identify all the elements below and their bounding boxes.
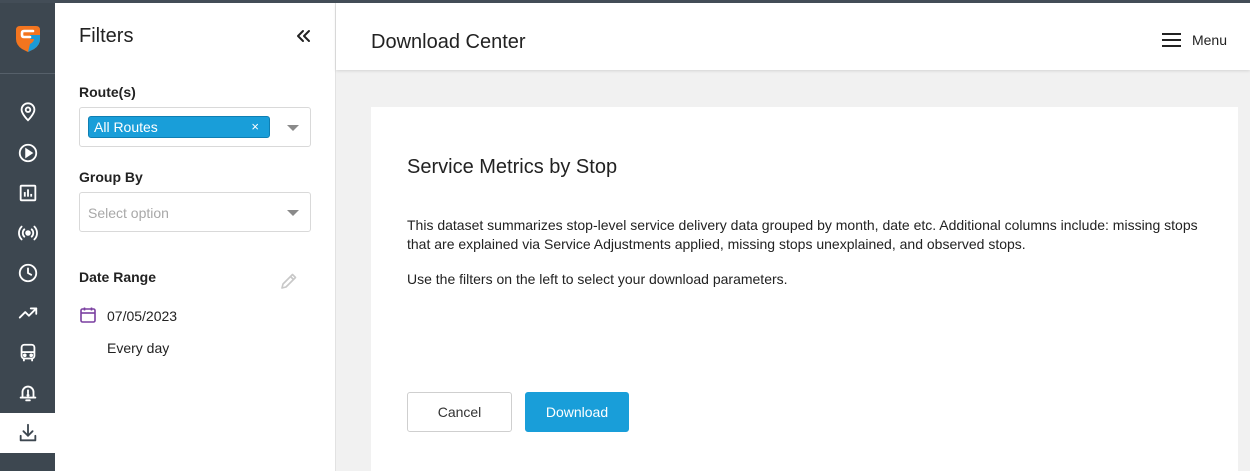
bus-icon xyxy=(20,343,35,362)
swiftly-logo-icon xyxy=(15,26,40,52)
broadcast-icon xyxy=(17,225,38,241)
map-pin-icon xyxy=(20,102,35,122)
frequency-value: Every day xyxy=(107,340,170,356)
calendar-icon xyxy=(80,307,96,323)
rail-item-map[interactable] xyxy=(0,92,55,132)
edit-pencil-icon[interactable] xyxy=(279,271,299,291)
download-icon xyxy=(19,423,36,442)
app-root: Filters Route(s) All Routes × Group By S… xyxy=(0,0,1250,471)
card-title: Service Metrics by Stop xyxy=(407,156,618,178)
page-header: Download Center Menu xyxy=(336,3,1250,70)
bar-chart-icon xyxy=(19,184,36,202)
route-chip-label: All Routes xyxy=(94,119,158,135)
filters-panel: Filters Route(s) All Routes × Group By S… xyxy=(55,3,336,471)
play-circle-icon xyxy=(18,143,37,163)
date-value: 07/05/2023 xyxy=(107,308,178,324)
route-chip: All Routes × xyxy=(88,116,270,138)
app-logo[interactable] xyxy=(0,3,55,74)
rail-item-trends[interactable] xyxy=(0,293,55,333)
rail-item-reports[interactable] xyxy=(0,173,55,213)
group-by-label: Group By xyxy=(79,169,143,185)
rail-item-downloads[interactable] xyxy=(0,413,55,453)
group-by-placeholder: Select option xyxy=(88,205,169,221)
icon-rail xyxy=(0,0,55,471)
trending-up-icon xyxy=(18,307,37,319)
top-border xyxy=(0,0,1250,3)
remove-chip-icon[interactable]: × xyxy=(251,117,259,137)
rail-item-alerts[interactable] xyxy=(0,373,55,413)
menu-button[interactable]: Menu xyxy=(1161,32,1227,48)
date-range-label: Date Range xyxy=(79,269,157,285)
alert-bell-icon xyxy=(19,385,36,402)
chevron-down-icon xyxy=(287,125,299,131)
routes-select[interactable]: All Routes × xyxy=(79,107,311,147)
rail-item-live[interactable] xyxy=(0,213,55,253)
card-description: This dataset summarizes stop-level servi… xyxy=(407,217,1198,252)
routes-label: Route(s) xyxy=(79,84,136,100)
rail-item-playback[interactable] xyxy=(0,133,55,173)
collapse-panel-icon[interactable] xyxy=(293,26,313,46)
download-button[interactable]: Download xyxy=(525,392,629,432)
cancel-button[interactable]: Cancel xyxy=(407,392,512,432)
card-hint: Use the filters on the left to select yo… xyxy=(407,271,788,287)
rail-item-vehicles[interactable] xyxy=(0,333,55,373)
chevron-down-icon xyxy=(287,210,299,216)
clock-icon xyxy=(18,263,37,283)
page-title: Download Center xyxy=(371,31,526,53)
download-card: Service Metrics by Stop This dataset sum… xyxy=(371,107,1238,471)
hamburger-icon xyxy=(1161,33,1181,47)
menu-label: Menu xyxy=(1191,32,1227,48)
group-by-select[interactable]: Select option xyxy=(79,192,311,232)
rail-item-history[interactable] xyxy=(0,253,55,293)
filters-title: Filters xyxy=(79,25,134,47)
